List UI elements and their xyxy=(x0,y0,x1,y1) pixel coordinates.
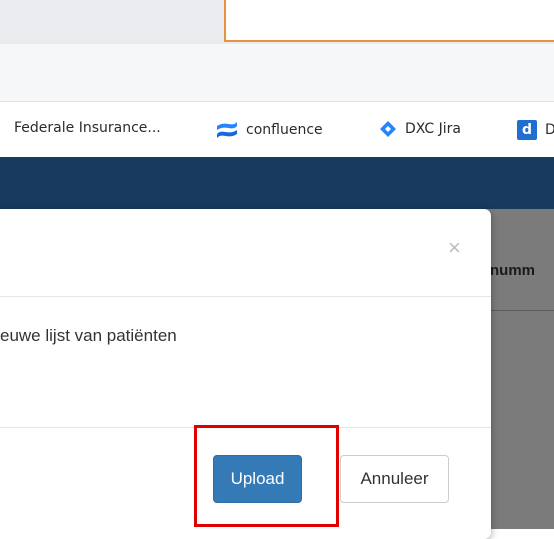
bookmark-d[interactable]: d D xyxy=(517,120,554,140)
outlined-box xyxy=(224,0,554,42)
modal-body-text: euwe lijst van patiënten xyxy=(0,326,177,345)
bookmark-dxc-jira[interactable]: DXC Jira xyxy=(379,120,461,138)
bookmark-label: D xyxy=(545,122,554,138)
bookmark-federale-insurance[interactable]: Federale Insurance... xyxy=(14,120,161,136)
close-icon[interactable]: × xyxy=(448,237,461,259)
jira-diamond-icon xyxy=(379,120,397,138)
d-square-icon: d xyxy=(517,120,537,140)
bookmark-label: Federale Insurance... xyxy=(14,120,161,136)
confluence-icon xyxy=(216,120,238,140)
bookmark-label: confluence xyxy=(246,122,323,138)
bookmark-confluence[interactable]: confluence xyxy=(216,120,323,140)
table-column-header: numm xyxy=(490,262,535,279)
highlight-box xyxy=(194,425,339,527)
app-header-band xyxy=(0,157,554,209)
browser-address-bar[interactable] xyxy=(0,44,554,102)
modal-header-divider xyxy=(0,296,491,297)
bookmark-label: DXC Jira xyxy=(405,121,461,137)
cancel-button[interactable]: Annuleer xyxy=(340,455,449,503)
bookmarks-bar: Federale Insurance... confluence DXC Jir… xyxy=(0,102,554,157)
table-row-divider xyxy=(490,310,554,311)
